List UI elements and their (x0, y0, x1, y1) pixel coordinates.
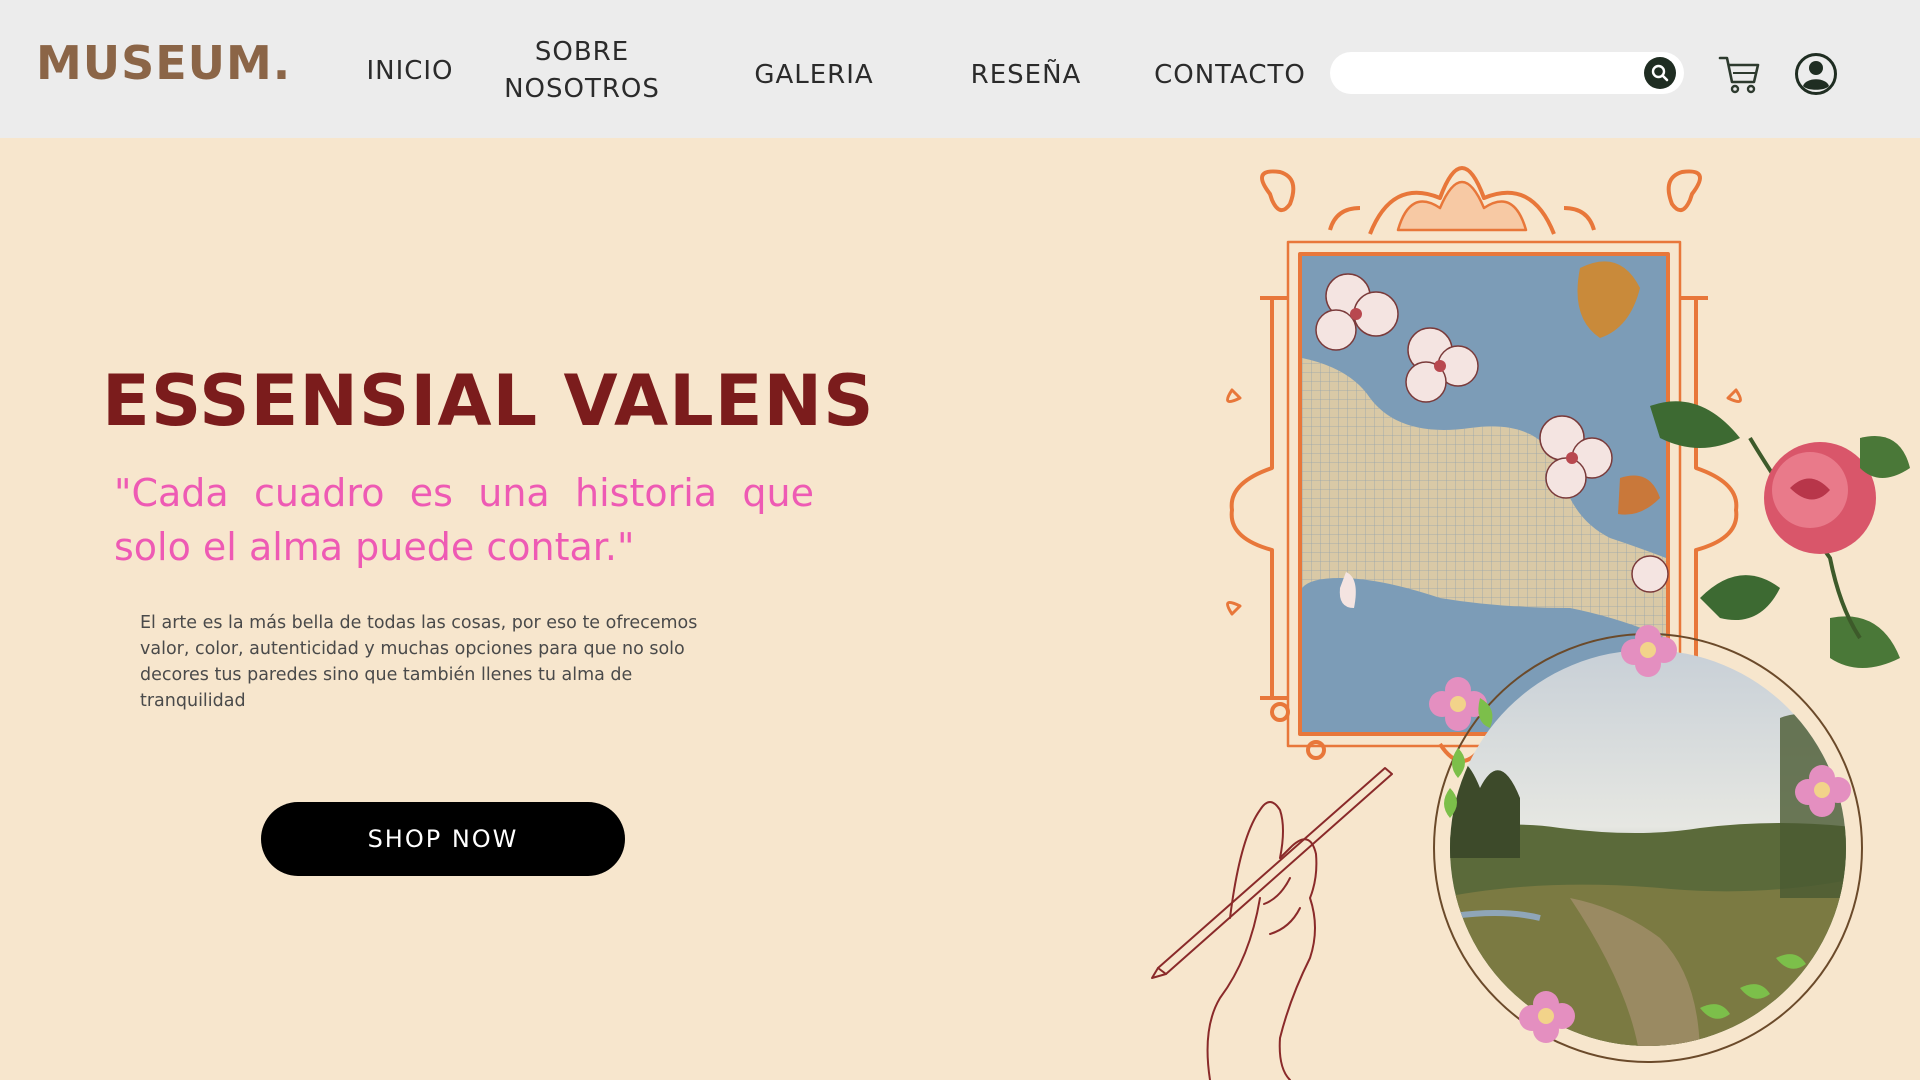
shop-now-button[interactable]: SHOP NOW (261, 802, 625, 876)
hero-quote: "Cada cuadro es una historia que solo el… (114, 471, 814, 569)
artwork-collage (1151, 166, 1910, 1080)
brand-logo[interactable]: MUSEUM. (36, 36, 291, 90)
nav-item-contacto[interactable]: CONTACTO (1148, 57, 1312, 94)
hand-pencil-drawing (1151, 767, 1393, 1080)
user-icon[interactable] (1794, 52, 1838, 96)
cart-icon[interactable] (1718, 52, 1762, 96)
search-bar (1330, 52, 1684, 94)
search-input[interactable] (1350, 58, 1630, 88)
top-navbar: MUSEUM. INICIO SOBRE NOSOTROS GALERIA RE… (0, 0, 1920, 138)
nav-item-inicio[interactable]: INICIO (362, 53, 458, 90)
rose-decoration (1650, 401, 1910, 668)
nav-item-sobre-nosotros[interactable]: SOBRE NOSOTROS (492, 34, 672, 108)
nav-item-galeria[interactable]: GALERIA (746, 57, 882, 94)
search-button[interactable] (1644, 57, 1676, 89)
nav-item-resena[interactable]: RESEÑA (962, 57, 1090, 94)
hero-description: El arte es la más bella de todas las cos… (140, 613, 698, 711)
search-icon (1651, 64, 1669, 82)
hero-title: ESSENSIAL VALENS (102, 360, 875, 442)
